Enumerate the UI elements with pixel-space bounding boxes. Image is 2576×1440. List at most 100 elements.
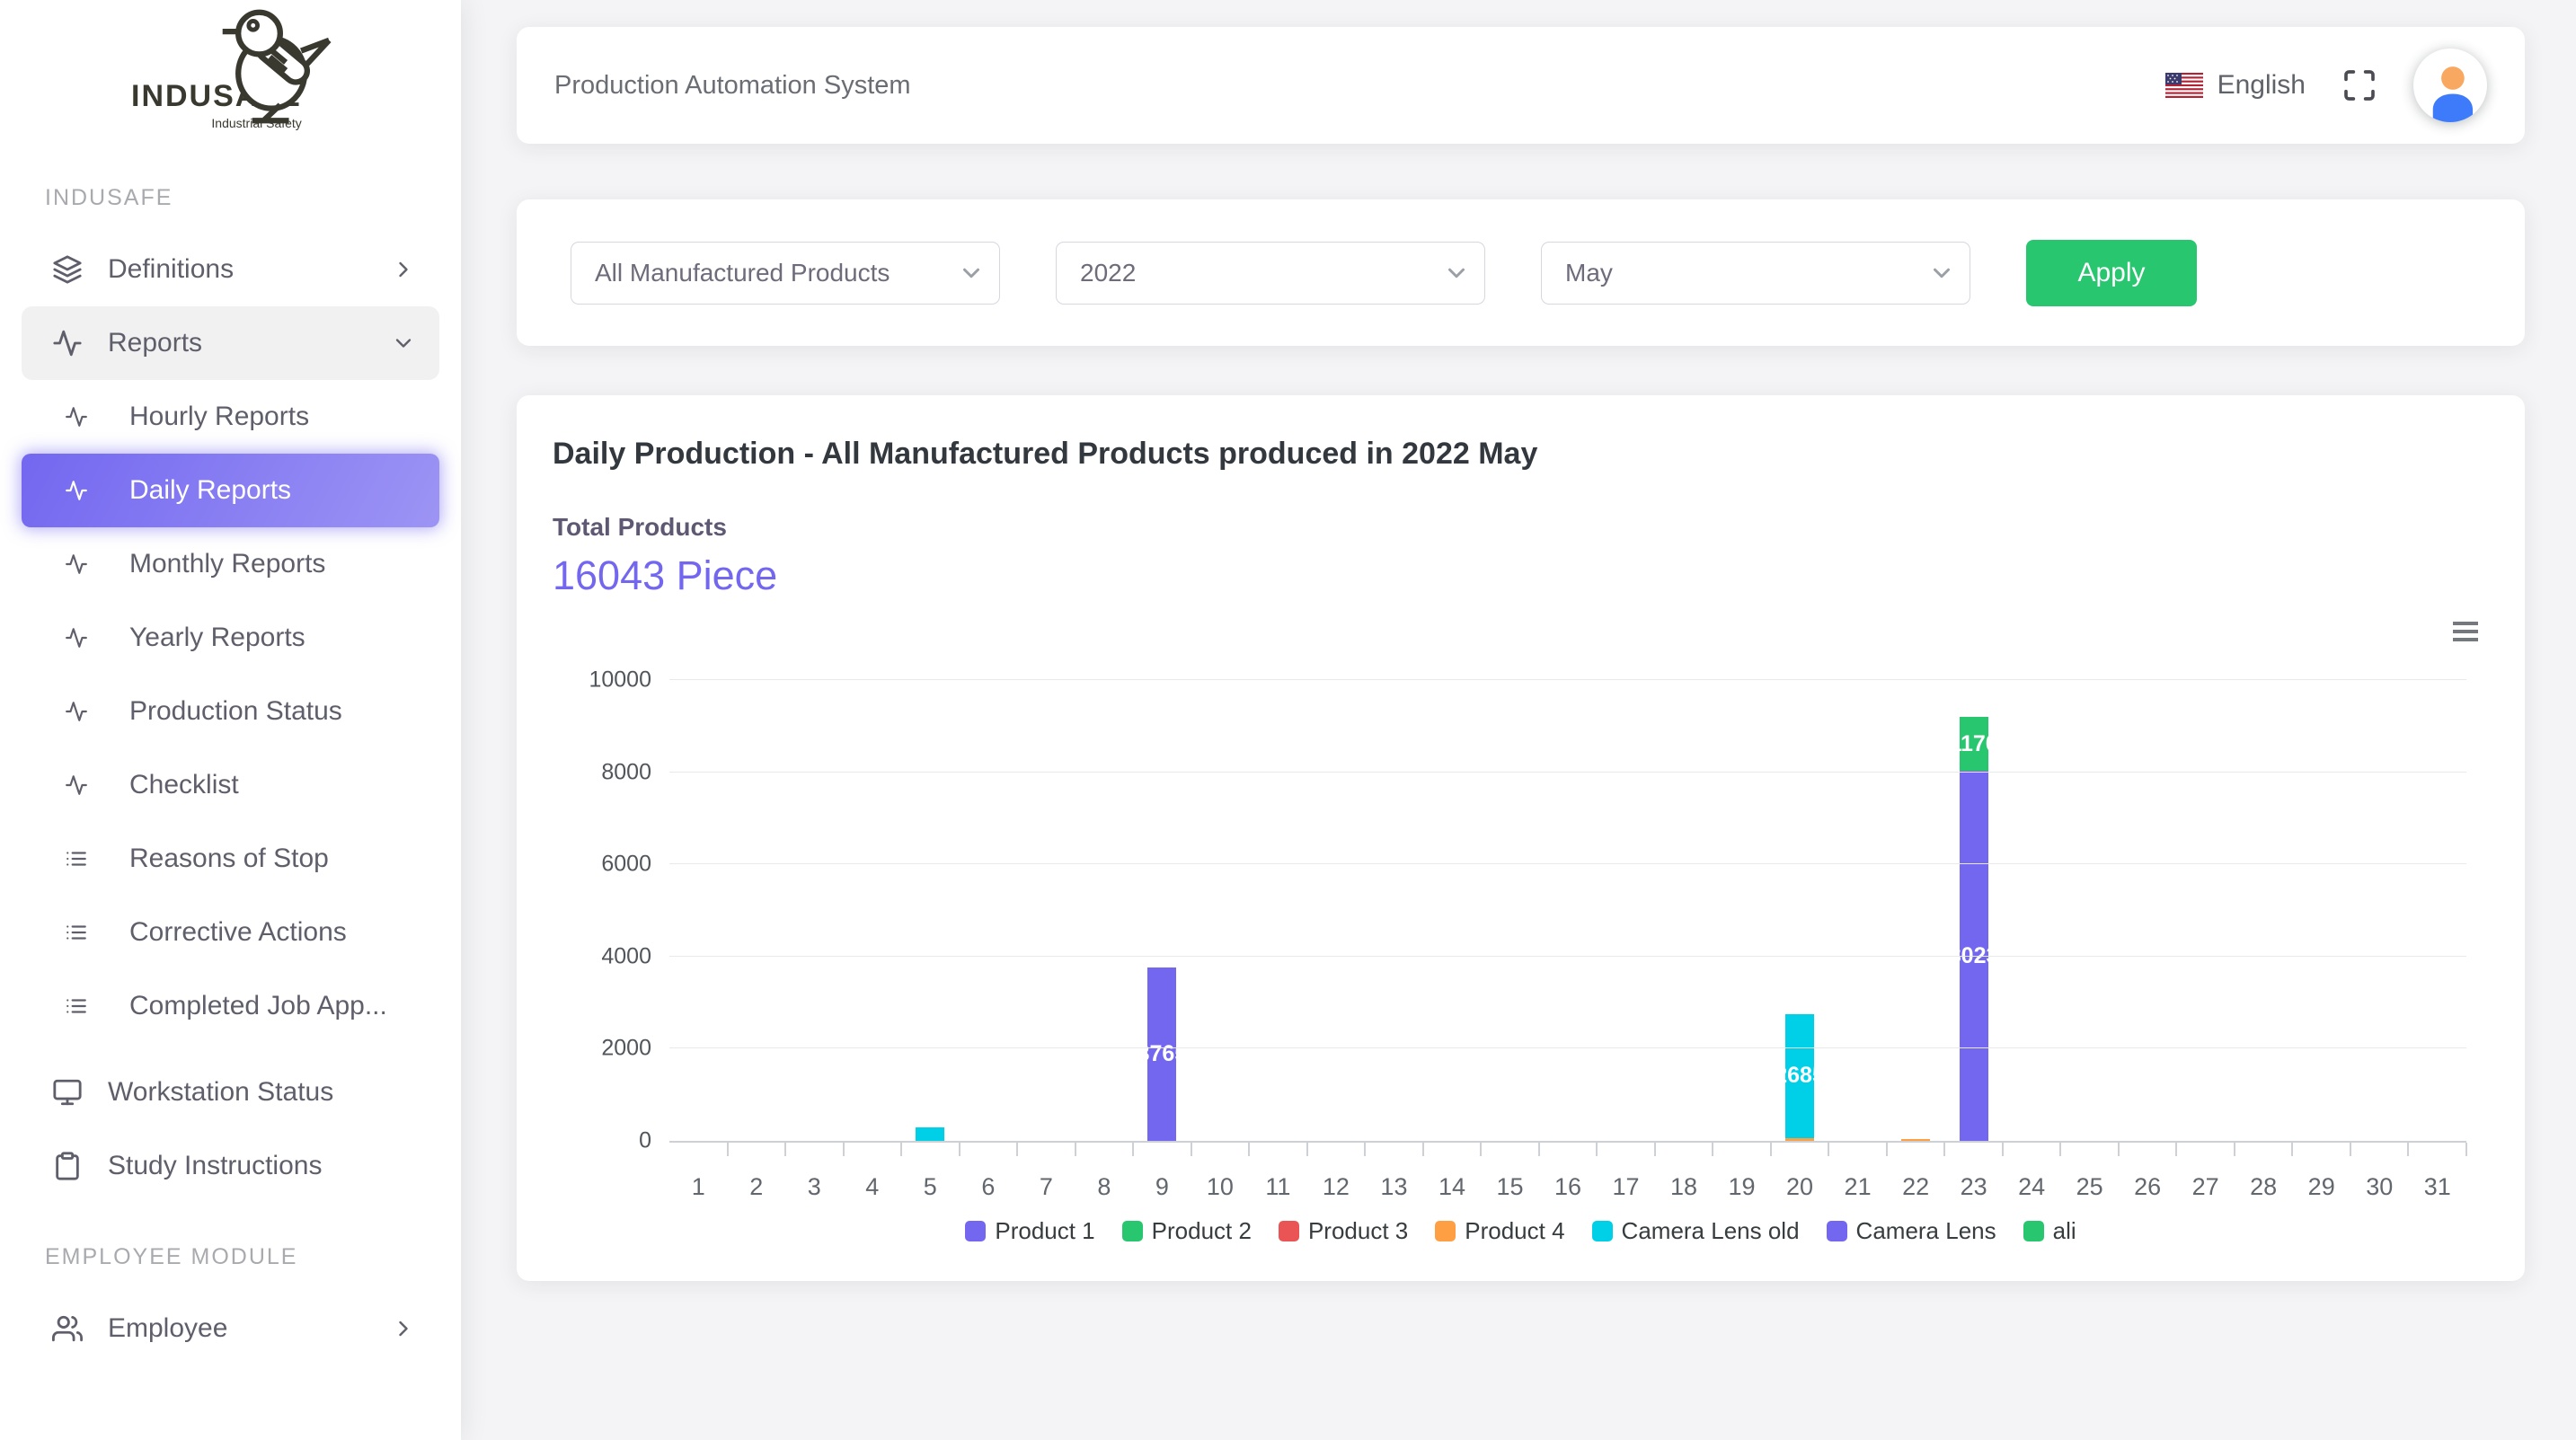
bar-product-4-day-20[interactable] (1785, 1138, 1814, 1141)
users-icon (52, 1313, 83, 1344)
activity-icon (65, 700, 88, 723)
product-select-value: All Manufactured Products (595, 259, 890, 287)
x-axis-label-29: 29 (2292, 1173, 2350, 1201)
y-axis-label-8000: 8000 (601, 759, 651, 785)
x-axis-label-21: 21 (1828, 1173, 1887, 1201)
sidebar-item-employee[interactable]: Employee (22, 1292, 439, 1365)
chart-day-slot-25 (2060, 680, 2119, 1141)
chart-day-slot-17 (1597, 680, 1655, 1141)
sidebar-item-reasons-of-stop[interactable]: Reasons of Stop (22, 822, 439, 896)
bar-camera-lens-old-day-20[interactable]: 2685 (1785, 1014, 1814, 1138)
sidebar-item-hourly-reports[interactable]: Hourly Reports (22, 380, 439, 454)
chart-day-slot-16 (1539, 680, 1598, 1141)
activity-icon (65, 552, 88, 576)
month-select[interactable]: May (1541, 242, 1970, 305)
x-axis-label-12: 12 (1307, 1173, 1366, 1201)
sidebar-item-reports[interactable]: Reports (22, 306, 439, 380)
sidebar-item-checklist[interactable]: Checklist (22, 748, 439, 822)
chart-menu-icon[interactable] (2453, 617, 2478, 646)
sidebar-item-label: Workstation Status (108, 1077, 333, 1108)
x-axis-label-19: 19 (1713, 1173, 1771, 1201)
chart-day-slot-28 (2235, 680, 2293, 1141)
user-avatar[interactable] (2413, 49, 2487, 122)
x-axis-label-23: 23 (1944, 1173, 2003, 1201)
grid-line-6000 (669, 863, 2466, 864)
bar-stack-day-5 (916, 1127, 944, 1141)
chart-day-slot-2 (728, 680, 786, 1141)
chart-day-slot-13 (1365, 680, 1423, 1141)
chevron-down-icon (1928, 260, 1955, 287)
x-axis-label-28: 28 (2235, 1173, 2293, 1201)
x-axis-label-13: 13 (1365, 1173, 1423, 1201)
total-products-value: 16043 Piece (553, 552, 2489, 599)
sidebar-section-employee-module: EMPLOYEE MODULE (0, 1244, 461, 1270)
sidebar-item-yearly-reports[interactable]: Yearly Reports (22, 601, 439, 675)
chart-day-slot-22 (1887, 680, 1945, 1141)
sidebar-item-workstation-status[interactable]: Workstation Status (22, 1056, 439, 1129)
chart-day-slot-15 (1481, 680, 1539, 1141)
apply-button[interactable]: Apply (2026, 240, 2197, 306)
product-select[interactable]: All Manufactured Products (571, 242, 1000, 305)
chevron-right-icon (391, 1316, 416, 1341)
list-icon (65, 847, 88, 870)
sidebar-item-label: Employee (108, 1313, 227, 1344)
chart-day-slot-26 (2119, 680, 2177, 1141)
chart-day-slot-9: 3765 (1133, 680, 1191, 1141)
year-select[interactable]: 2022 (1056, 242, 1485, 305)
total-products-label: Total Products (553, 513, 2489, 542)
bar-camera-lens-old-day-5[interactable] (916, 1127, 944, 1141)
sidebar-item-daily-reports[interactable]: Daily Reports (22, 454, 439, 527)
x-axis-label-22: 22 (1887, 1173, 1945, 1201)
activity-icon (52, 328, 83, 358)
chart-day-slot-6 (960, 680, 1018, 1141)
chart-day-slot-11 (1249, 680, 1307, 1141)
main-content: Production Automation System (461, 0, 2576, 1281)
chart-bars: 3765268580231170 (669, 680, 2466, 1141)
activity-icon (65, 626, 88, 649)
x-axis-label-2: 2 (728, 1173, 786, 1201)
x-axis-label-11: 11 (1249, 1173, 1307, 1201)
sidebar-item-production-status[interactable]: Production Status (22, 675, 439, 748)
sidebar-item-label: Yearly Reports (129, 623, 305, 653)
chart-day-slot-18 (1655, 680, 1713, 1141)
language-switcher[interactable]: English (2165, 70, 2306, 101)
us-flag-icon (2165, 73, 2203, 98)
chart-day-slot-8 (1076, 680, 1134, 1141)
x-axis-label-10: 10 (1191, 1173, 1250, 1201)
x-axis-label-24: 24 (2003, 1173, 2061, 1201)
sidebar-item-definitions[interactable]: Definitions (22, 233, 439, 306)
brand-logo[interactable]: INDUSAFE Industrial Safety (0, 0, 461, 144)
chevron-down-icon (391, 331, 416, 356)
x-axis-label-6: 6 (960, 1173, 1018, 1201)
sidebar-item-label: Hourly Reports (129, 402, 309, 432)
sidebar-item-monthly-reports[interactable]: Monthly Reports (22, 527, 439, 601)
sidebar-item-label: Definitions (108, 254, 234, 285)
chart-day-slot-31 (2408, 680, 2466, 1141)
x-axis-label-25: 25 (2060, 1173, 2119, 1201)
sidebar-item-study-instructions[interactable]: Study Instructions (22, 1129, 439, 1203)
x-axis-label-31: 31 (2408, 1173, 2466, 1201)
sidebar-item-completed-job-app[interactable]: Completed Job App... (22, 969, 439, 1043)
activity-icon (65, 479, 88, 502)
bar-camera-lens-day-9[interactable]: 3765 (1147, 967, 1176, 1141)
bar-ali-day-23[interactable]: 1170 (1960, 717, 1988, 771)
x-axis-label-30: 30 (2350, 1173, 2409, 1201)
chart-day-slot-7 (1017, 680, 1076, 1141)
sidebar-item-corrective-actions[interactable]: Corrective Actions (22, 896, 439, 969)
sidebar-item-label: Daily Reports (129, 475, 291, 506)
x-axis-label-17: 17 (1597, 1173, 1655, 1201)
chart-day-slot-1 (669, 680, 728, 1141)
chart-day-slot-19 (1713, 680, 1771, 1141)
y-axis-label-4000: 4000 (601, 943, 651, 969)
activity-icon (65, 773, 88, 797)
x-axis-label-9: 9 (1133, 1173, 1191, 1201)
chart-day-slot-20: 2685 (1771, 680, 1829, 1141)
chart-day-slot-4 (844, 680, 902, 1141)
monitor-icon (52, 1077, 83, 1108)
report-card: Daily Production - All Manufactured Prod… (517, 395, 2525, 1281)
chevron-down-icon (1443, 260, 1470, 287)
sidebar-item-label: Reasons of Stop (129, 844, 329, 874)
fullscreen-icon[interactable] (2341, 67, 2377, 103)
report-title: Daily Production - All Manufactured Prod… (553, 437, 2489, 472)
bar-product-4-day-22[interactable] (1901, 1139, 1930, 1141)
